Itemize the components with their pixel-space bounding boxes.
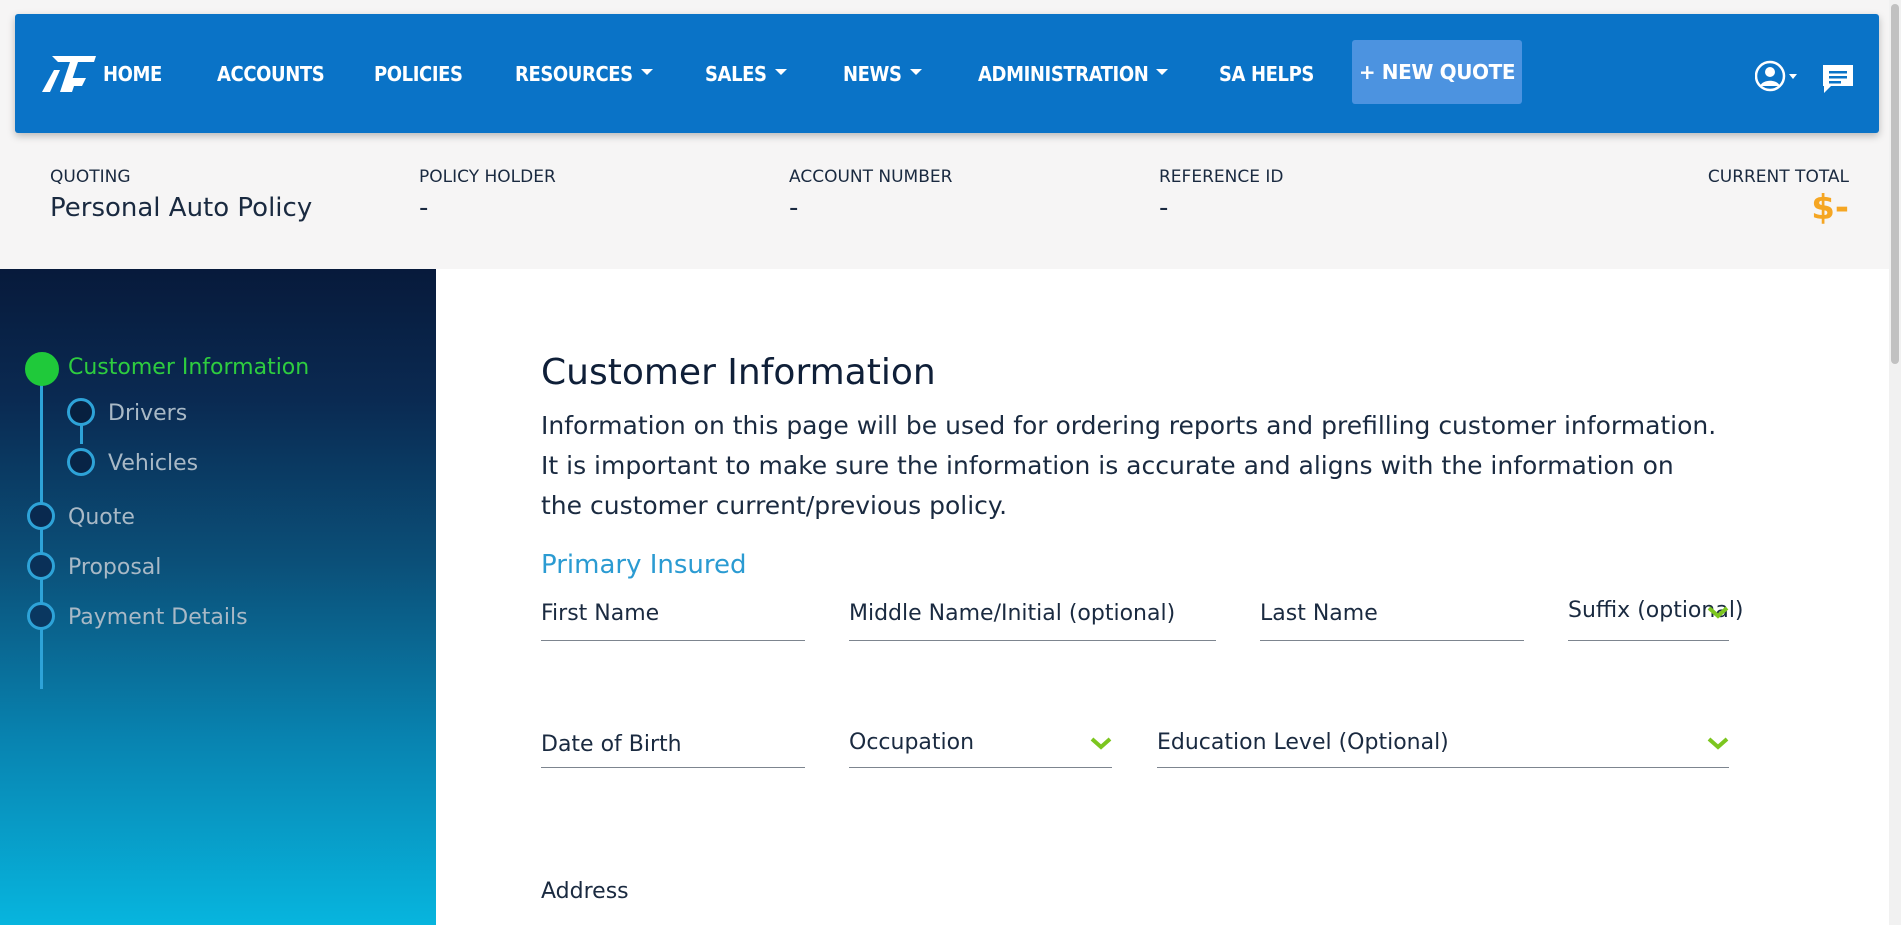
caret-down-icon xyxy=(774,68,787,75)
step-payment-details-indicator[interactable] xyxy=(27,602,55,630)
step-customer-information[interactable]: Customer Information xyxy=(68,355,309,380)
nav-policies[interactable]: POLICIES xyxy=(374,58,463,90)
nav-administration-label: ADMINISTRATION xyxy=(978,62,1149,86)
user-icon[interactable] xyxy=(1755,59,1801,93)
page-title: Customer Information xyxy=(541,352,936,393)
nav-resources-label: RESOURCES xyxy=(515,62,633,86)
nav-home[interactable]: HOME xyxy=(103,58,162,90)
chat-icon[interactable] xyxy=(1821,62,1855,96)
nav-resources[interactable]: RESOURCES xyxy=(515,58,653,90)
reference-id-value: - xyxy=(1159,193,1169,223)
caret-down-icon xyxy=(909,68,922,75)
address-label: Address xyxy=(541,879,629,904)
step-vehicles[interactable]: Vehicles xyxy=(108,451,198,476)
top-navbar: HOME ACCOUNTS POLICIES RESOURCES SALES N… xyxy=(15,14,1879,133)
step-vehicles-indicator[interactable] xyxy=(67,448,95,476)
occupation-label: Occupation xyxy=(849,730,975,755)
date-of-birth-field[interactable]: Date of Birth xyxy=(541,720,805,768)
nav-news[interactable]: NEWS xyxy=(843,58,922,90)
first-name-label: First Name xyxy=(541,601,660,626)
middle-name-field[interactable]: Middle Name/Initial (optional) xyxy=(849,593,1216,641)
logo[interactable] xyxy=(38,52,98,96)
policy-holder-label: POLICY HOLDER xyxy=(419,167,556,187)
chevron-down-icon xyxy=(1707,737,1729,750)
suffix-select[interactable]: Suffix (optional) xyxy=(1568,593,1744,641)
step-drivers[interactable]: Drivers xyxy=(108,401,187,426)
nav-administration[interactable]: ADMINISTRATION xyxy=(978,58,1169,90)
account-number-label: ACCOUNT NUMBER xyxy=(789,167,953,187)
nav-sales[interactable]: SALES xyxy=(705,58,787,90)
occupation-select[interactable]: Occupation xyxy=(849,720,1112,768)
account-number-value: - xyxy=(789,193,799,223)
nav-accounts[interactable]: ACCOUNTS xyxy=(217,58,325,90)
caret-down-icon xyxy=(1156,68,1169,75)
middle-name-label: Middle Name/Initial (optional) xyxy=(849,601,1176,626)
current-total-label: CURRENT TOTAL xyxy=(1707,167,1849,187)
quoting-label: QUOTING xyxy=(50,167,131,187)
first-name-field[interactable]: First Name xyxy=(541,593,805,641)
last-name-field[interactable]: Last Name xyxy=(1260,593,1524,641)
current-total-value: $- xyxy=(1811,188,1849,228)
chevron-down-icon xyxy=(1707,606,1729,619)
nav-sales-label: SALES xyxy=(705,62,767,86)
education-level-select[interactable]: Education Level (Optional) xyxy=(1157,720,1729,768)
date-of-birth-label: Date of Birth xyxy=(541,732,682,757)
main-content: Customer Information Information on this… xyxy=(436,269,1901,925)
step-customer-information-indicator[interactable] xyxy=(25,352,59,386)
section-title-primary-insured: Primary Insured xyxy=(541,550,747,580)
new-quote-button[interactable]: + NEW QUOTE xyxy=(1352,40,1522,104)
caret-down-icon xyxy=(640,68,653,75)
education-level-label: Education Level (Optional) xyxy=(1157,730,1449,755)
nav-sa-helps[interactable]: SA HELPS xyxy=(1219,58,1314,90)
quoting-value: Personal Auto Policy xyxy=(50,193,313,223)
page-scrollbar[interactable] xyxy=(1889,0,1901,925)
step-quote-indicator[interactable] xyxy=(27,502,55,530)
step-proposal-indicator[interactable] xyxy=(27,552,55,580)
page-description: Information on this page will be used fo… xyxy=(541,411,1717,520)
step-drivers-indicator[interactable] xyxy=(67,398,95,426)
scrollbar-thumb[interactable] xyxy=(1891,4,1899,364)
policy-holder-value: - xyxy=(419,193,429,223)
step-proposal[interactable]: Proposal xyxy=(68,555,161,580)
nav-news-label: NEWS xyxy=(843,62,902,86)
chevron-down-icon xyxy=(1090,737,1112,750)
quote-steps-sidebar: Customer Information Drivers Vehicles Qu… xyxy=(0,269,436,925)
step-quote[interactable]: Quote xyxy=(68,505,135,530)
last-name-label: Last Name xyxy=(1260,601,1378,626)
reference-id-label: REFERENCE ID xyxy=(1159,167,1284,187)
step-payment-details[interactable]: Payment Details xyxy=(68,605,248,630)
